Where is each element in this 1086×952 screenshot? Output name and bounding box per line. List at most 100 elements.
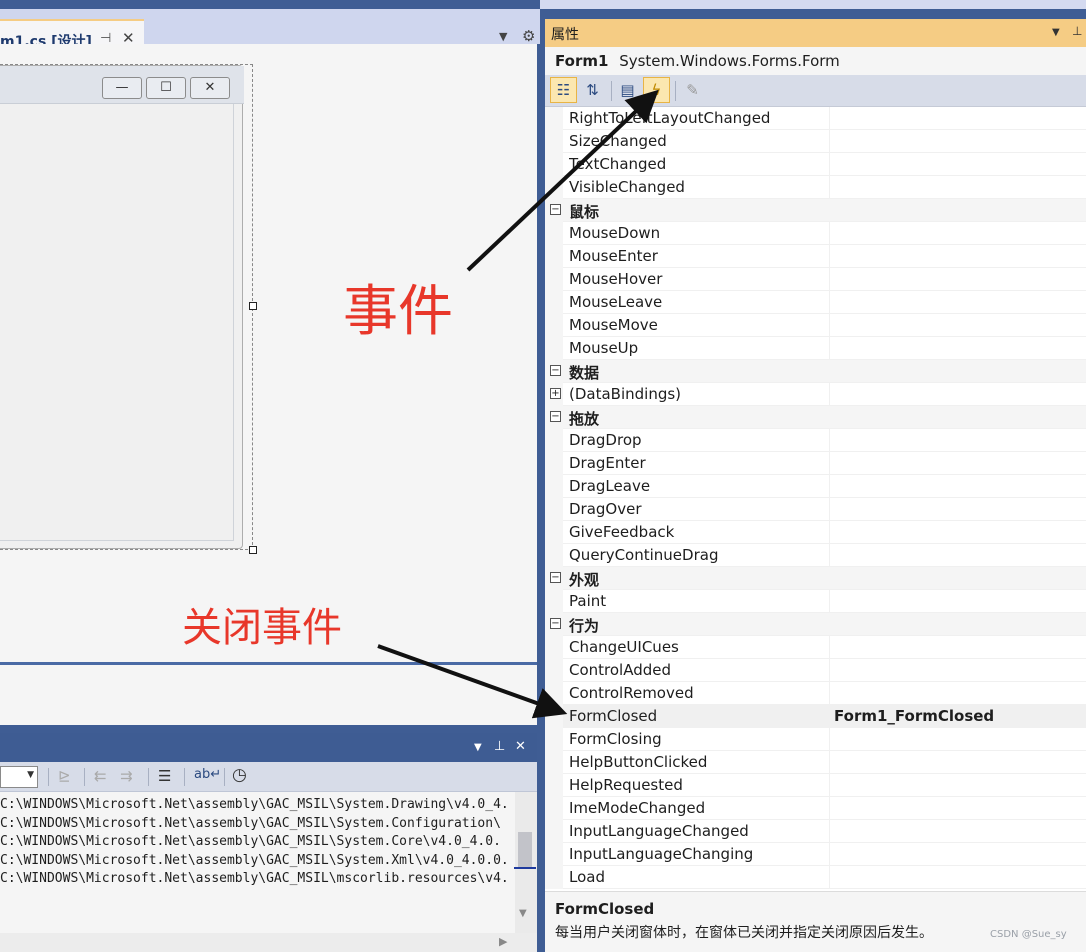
pane-dropdown-icon[interactable]: ▼ (1052, 27, 1060, 38)
property-value[interactable] (829, 774, 1086, 797)
form1-window[interactable]: — ☐ ✕ (0, 65, 244, 549)
alphabetical-sort-icon[interactable]: ⇅ (579, 77, 606, 103)
property-value[interactable] (829, 751, 1086, 774)
property-row[interactable]: + (DataBindings) (545, 383, 1086, 406)
clock-icon[interactable]: ◷ (232, 765, 247, 785)
maximize-button[interactable]: ☐ (146, 77, 186, 99)
gear-icon[interactable]: ⚙ (522, 27, 535, 45)
scroll-right-icon[interactable]: ▶ (499, 935, 507, 948)
property-value[interactable] (829, 475, 1086, 498)
events-lightning-icon[interactable]: ϟ (643, 77, 670, 103)
property-value[interactable] (829, 222, 1086, 245)
property-value[interactable] (829, 636, 1086, 659)
property-row[interactable]: ControlRemoved (545, 682, 1086, 705)
property-row[interactable]: MouseEnter (545, 245, 1086, 268)
property-category[interactable]: − 行为 (545, 613, 1086, 636)
property-value[interactable] (829, 682, 1086, 705)
property-value[interactable] (829, 383, 1086, 406)
scroll-down-icon[interactable]: ▼ (519, 908, 527, 919)
property-value[interactable] (829, 291, 1086, 314)
property-row[interactable]: ChangeUICues (545, 636, 1086, 659)
minimize-button[interactable]: — (102, 77, 142, 99)
pane-dropdown-icon[interactable]: ▼ (474, 742, 482, 753)
property-row[interactable]: HelpButtonClicked (545, 751, 1086, 774)
collapse-icon[interactable]: − (550, 365, 561, 376)
collapse-icon[interactable]: − (550, 618, 561, 629)
object-selector[interactable]: Form1 System.Windows.Forms.Form (545, 47, 1086, 77)
collapse-icon[interactable]: − (550, 411, 561, 422)
property-row[interactable]: Load (545, 866, 1086, 889)
property-value[interactable] (829, 176, 1086, 199)
property-row[interactable]: TextChanged (545, 153, 1086, 176)
property-pages-wrench-icon[interactable]: ✎ (679, 77, 706, 103)
property-value[interactable] (829, 659, 1086, 682)
property-value[interactable] (829, 429, 1086, 452)
next-message-icon[interactable]: ⇉ (120, 767, 133, 785)
property-value[interactable] (829, 498, 1086, 521)
property-row[interactable]: SizeChanged (545, 130, 1086, 153)
property-value[interactable] (829, 820, 1086, 843)
property-row[interactable]: VisibleChanged (545, 176, 1086, 199)
property-row[interactable]: MouseDown (545, 222, 1086, 245)
property-value[interactable]: Form1_FormClosed (829, 705, 1086, 728)
property-value[interactable] (829, 544, 1086, 567)
property-value[interactable] (829, 797, 1086, 820)
expand-icon[interactable]: + (550, 388, 561, 399)
properties-view-icon[interactable]: ▤ (614, 77, 641, 103)
clear-all-icon[interactable]: ☰ (158, 767, 171, 785)
property-value[interactable] (829, 268, 1086, 291)
property-row[interactable]: DragLeave (545, 475, 1086, 498)
resize-handle-right[interactable] (249, 302, 257, 310)
property-value[interactable] (829, 107, 1086, 130)
property-row[interactable]: QueryContinueDrag (545, 544, 1086, 567)
property-value[interactable] (829, 337, 1086, 360)
property-row[interactable]: InputLanguageChanged (545, 820, 1086, 843)
property-category[interactable]: − 数据 (545, 360, 1086, 383)
output-horizontal-scrollbar[interactable]: ▶ (0, 933, 537, 952)
property-row[interactable]: MouseUp (545, 337, 1086, 360)
property-row[interactable]: MouseLeave (545, 291, 1086, 314)
property-row[interactable]: ControlAdded (545, 659, 1086, 682)
property-value[interactable] (829, 843, 1086, 866)
form1-client-area[interactable] (0, 104, 234, 541)
property-category[interactable]: − 鼠标 (545, 199, 1086, 222)
property-value[interactable] (829, 866, 1086, 889)
property-value[interactable] (829, 590, 1086, 613)
close-window-button[interactable]: ✕ (190, 77, 230, 99)
property-value[interactable] (829, 521, 1086, 544)
property-value[interactable] (829, 130, 1086, 153)
property-category[interactable]: − 拖放 (545, 406, 1086, 429)
output-source-select[interactable]: ▼ (0, 766, 38, 788)
property-row[interactable]: HelpRequested (545, 774, 1086, 797)
tab-dropdown-icon[interactable]: ▼ (499, 30, 507, 43)
property-row[interactable]: RightToLeftLayoutChanged (545, 107, 1086, 130)
property-row[interactable]: GiveFeedback (545, 521, 1086, 544)
property-value[interactable] (829, 153, 1086, 176)
property-row[interactable]: InputLanguageChanging (545, 843, 1086, 866)
resize-handle-bottom-right[interactable] (249, 546, 257, 554)
previous-message-icon[interactable]: ⇇ (94, 767, 107, 785)
pin-icon[interactable]: ⊥ (1072, 24, 1082, 38)
find-message-icon[interactable]: ⊵ (58, 767, 71, 785)
collapse-icon[interactable]: − (550, 204, 561, 215)
property-row[interactable]: FormClosed Form1_FormClosed (545, 705, 1086, 728)
output-vertical-scrollbar[interactable]: ▼ (515, 792, 537, 933)
property-row[interactable]: ImeModeChanged (545, 797, 1086, 820)
pin-icon[interactable]: ⊥ (494, 739, 505, 754)
scrollbar-thumb[interactable] (518, 832, 532, 868)
property-value[interactable] (829, 728, 1086, 751)
property-row[interactable]: DragDrop (545, 429, 1086, 452)
property-value[interactable] (829, 452, 1086, 475)
property-row[interactable]: DragOver (545, 498, 1086, 521)
property-row[interactable]: DragEnter (545, 452, 1086, 475)
close-icon[interactable]: ✕ (515, 739, 526, 754)
property-row[interactable]: MouseMove (545, 314, 1086, 337)
categorized-view-icon[interactable]: ☷ (550, 77, 577, 103)
property-value[interactable] (829, 245, 1086, 268)
property-row[interactable]: MouseHover (545, 268, 1086, 291)
property-row[interactable]: Paint (545, 590, 1086, 613)
property-category[interactable]: − 外观 (545, 567, 1086, 590)
property-value[interactable] (829, 314, 1086, 337)
collapse-icon[interactable]: − (550, 572, 561, 583)
property-row[interactable]: FormClosing (545, 728, 1086, 751)
